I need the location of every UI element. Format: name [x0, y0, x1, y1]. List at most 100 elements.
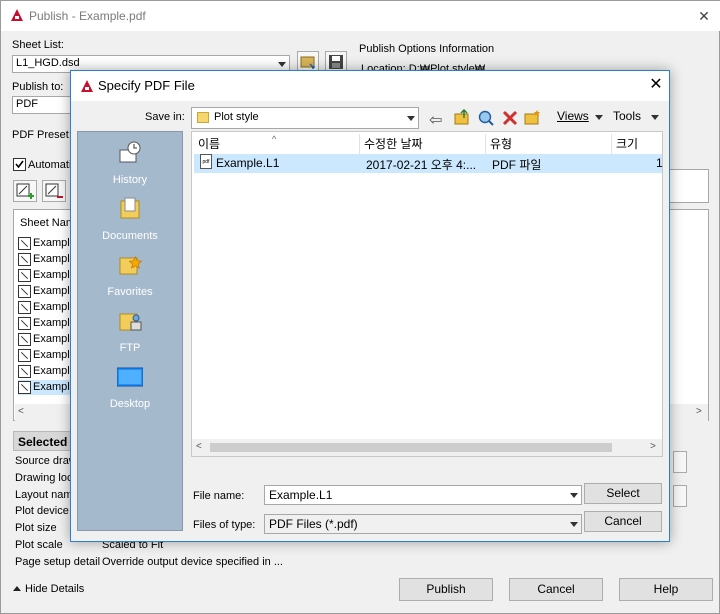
folder-open-icon	[300, 56, 315, 69]
sheet-icon	[18, 269, 31, 282]
sheet-icon	[18, 237, 31, 250]
place-favorites[interactable]: Favorites	[78, 252, 182, 298]
place-favorites-label: Favorites	[107, 286, 153, 298]
views-menu[interactable]: Views	[557, 109, 589, 123]
sheet-icon	[18, 365, 31, 378]
chevron-left-icon: <	[18, 406, 24, 417]
select-button[interactable]: Select	[584, 483, 662, 504]
place-desktop[interactable]: Desktop	[78, 364, 182, 410]
remove-sheet-icon	[45, 183, 63, 198]
options-info-panel	[669, 169, 709, 203]
detail-label: Plot scale	[15, 539, 63, 551]
column-modified-label: 수정한 날짜	[364, 137, 423, 151]
details-side-button-1[interactable]	[673, 451, 687, 473]
remove-sheets-button[interactable]	[42, 180, 66, 202]
place-history-label: History	[112, 174, 148, 186]
right-preview-panel: >	[669, 209, 709, 421]
dialog-close-icon[interactable]: ✕	[645, 74, 667, 96]
selected-sheet-details-header: Selected S	[13, 431, 79, 451]
tools-chevron-down-icon[interactable]	[651, 115, 659, 120]
autocad-logo-icon	[81, 80, 93, 92]
pdf-preset-label: PDF Preset:	[12, 129, 72, 141]
up-folder-button[interactable]	[453, 108, 471, 130]
dialog-title: Specify PDF File	[98, 78, 195, 93]
back-arrow-icon[interactable]: ⇦	[429, 110, 442, 130]
sheet-row[interactable]: Example	[18, 380, 76, 395]
publish-close-icon[interactable]: ✕	[695, 7, 713, 25]
new-folder-button[interactable]	[523, 109, 541, 130]
delete-button[interactable]	[501, 109, 519, 130]
place-ftp-label: FTP	[119, 342, 141, 354]
file-name-combo[interactable]: Example.L1	[264, 485, 582, 505]
column-header-type[interactable]: 유형	[486, 134, 612, 154]
sort-ascending-icon: ^	[272, 134, 277, 144]
publish-to-label: Publish to:	[12, 81, 64, 93]
save-in-label: Save in:	[145, 111, 185, 123]
chevron-up-icon	[13, 586, 21, 591]
publish-to-combo[interactable]: PDF	[12, 96, 72, 114]
sheet-icon	[18, 253, 31, 266]
chevron-down-icon	[570, 493, 578, 498]
publish-titlebar: Publish - Example.pdf ✕	[1, 1, 720, 31]
add-sheet-icon	[16, 183, 34, 199]
tools-menu[interactable]: Tools	[613, 109, 641, 123]
help-button[interactable]: Help	[619, 578, 713, 601]
detail-label: Source draw	[15, 455, 77, 467]
documents-icon	[117, 196, 143, 222]
file-name-value: Example.L1	[269, 488, 333, 502]
details-side-button-2[interactable]	[673, 485, 687, 507]
add-sheets-button[interactable]	[13, 180, 37, 202]
detail-label: Plot device	[15, 505, 69, 517]
publish-cancel-button[interactable]: Cancel	[509, 578, 603, 601]
pdf-file-icon: pdf	[200, 154, 212, 169]
detail-label: Plot size	[15, 522, 57, 534]
place-ftp[interactable]: FTP	[78, 308, 182, 354]
publish-button[interactable]: Publish	[399, 578, 493, 601]
file-type-cell: PDF 파일	[492, 158, 542, 172]
hscroll-thumb[interactable]	[210, 443, 612, 452]
publish-window-title: Publish - Example.pdf	[29, 9, 146, 23]
publish-options-label: Publish Options Information	[359, 43, 495, 55]
autocad-logo-icon	[11, 9, 23, 21]
column-header-size[interactable]: 크기	[612, 134, 662, 154]
place-documents-label: Documents	[102, 230, 158, 242]
preview-hscroll[interactable]: >	[670, 404, 708, 421]
up-folder-icon	[454, 108, 469, 125]
save-in-combo[interactable]: Plot style	[191, 107, 419, 129]
favorites-icon	[117, 252, 143, 278]
file-name-label: File name:	[193, 490, 245, 502]
chevron-right-icon[interactable]: >	[650, 441, 656, 452]
file-name-cell: Example.L1	[216, 156, 280, 170]
views-chevron-down-icon[interactable]	[595, 115, 603, 120]
desktop-icon	[116, 364, 144, 390]
chevron-down-icon	[278, 62, 286, 67]
sheet-list-hscroll[interactable]: <	[15, 404, 72, 421]
place-desktop-label: Desktop	[109, 398, 151, 410]
sheet-icon	[18, 349, 31, 362]
detail-label: Page setup detail	[15, 556, 101, 568]
detail-value: Override output device specified in ...	[102, 556, 283, 568]
place-documents[interactable]: Documents	[78, 196, 182, 242]
sheet-icon	[18, 317, 31, 330]
dialog-titlebar: Specify PDF File ✕	[71, 71, 669, 101]
search-web-icon	[478, 110, 494, 126]
hide-details-label: Hide Details	[25, 583, 85, 595]
chevron-down-icon	[570, 522, 578, 527]
place-history[interactable]: History	[78, 140, 182, 186]
dialog-cancel-button[interactable]: Cancel	[584, 511, 662, 532]
publish-to-value: PDF	[16, 98, 38, 110]
automatic-checkbox[interactable]	[13, 158, 26, 171]
column-header-modified[interactable]: 수정한 날짜	[360, 134, 486, 154]
file-type-value: PDF Files (*.pdf)	[269, 517, 358, 531]
file-size-cell: 1	[656, 156, 663, 170]
column-type-label: 유형	[490, 137, 513, 151]
sheet-list-panel: Sheet Name Example Example Example Examp…	[13, 209, 81, 421]
chevron-down-icon	[407, 116, 415, 121]
places-bar: History Documents Favorites FTP Desktop	[77, 131, 183, 531]
file-list-hscroll[interactable]: < >	[192, 439, 662, 456]
search-web-button[interactable]	[477, 109, 495, 130]
file-type-combo[interactable]: PDF Files (*.pdf)	[264, 514, 582, 534]
column-header-name[interactable]: 이름	[194, 134, 360, 154]
delete-icon	[502, 110, 518, 126]
chevron-left-icon[interactable]: <	[196, 441, 202, 452]
